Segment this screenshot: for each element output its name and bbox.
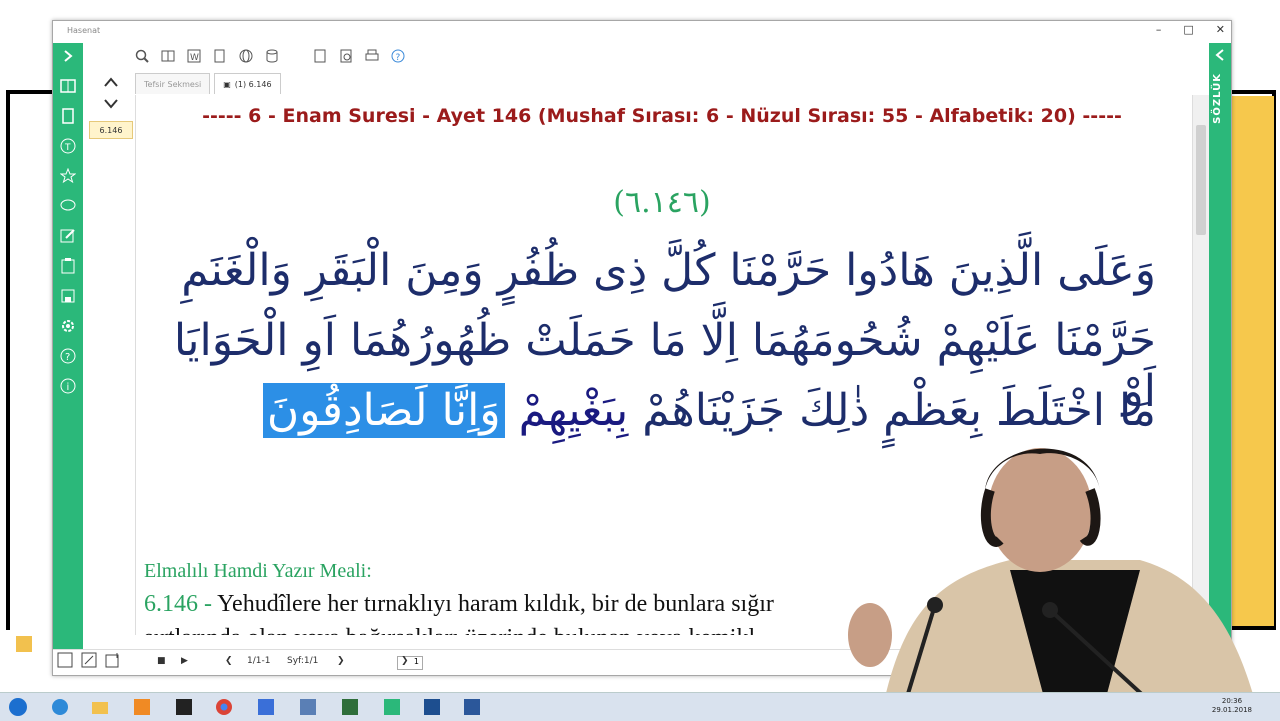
tab-label: Tefsir Sekmesi — [144, 79, 202, 89]
clipboard-icon[interactable] — [59, 257, 77, 275]
desktop-frame — [6, 90, 52, 94]
title-bar: Hasenat – □ ✕ — [53, 21, 1231, 43]
save-icon[interactable] — [59, 287, 77, 305]
scrollbar-thumb[interactable] — [1196, 125, 1206, 235]
kaaba-app-icon[interactable] — [172, 695, 196, 719]
book-open-icon[interactable] — [159, 47, 177, 65]
edit-icon[interactable] — [59, 227, 77, 245]
text-icon[interactable]: T — [59, 137, 77, 155]
word-app-icon[interactable] — [460, 695, 484, 719]
desktop-frame — [6, 90, 10, 630]
svg-text:T: T — [64, 143, 71, 153]
tab-label: (1) 6.146 — [234, 79, 272, 89]
meal-line-1: Yehudîlere her tırnaklıyı haram kıldık, … — [217, 591, 774, 617]
svg-text:?: ? — [65, 352, 70, 363]
explorer-icon[interactable] — [88, 695, 112, 719]
collapse-icon[interactable] — [1213, 47, 1227, 66]
image-app-icon[interactable] — [296, 695, 320, 719]
desktop-icon-label: Yeni Klasör — [7, 652, 41, 659]
chrome-icon[interactable] — [212, 695, 236, 719]
chevron-down-icon[interactable] — [89, 93, 133, 115]
maximize-button[interactable]: □ — [1183, 23, 1193, 36]
system-clock[interactable]: 20:36 29.01.2018 — [1212, 697, 1252, 715]
database-icon[interactable] — [263, 47, 281, 65]
svg-text:W: W — [190, 53, 199, 63]
preview-icon[interactable] — [337, 47, 355, 65]
tab-tefsir[interactable]: Tefsir Sekmesi — [135, 73, 211, 94]
expand-icon[interactable] — [59, 47, 77, 65]
desktop-frame — [1230, 90, 1276, 94]
page-indicator: Syf:1/1 — [287, 656, 319, 666]
word-icon[interactable]: W — [185, 47, 203, 65]
clock-time: 20:36 — [1221, 697, 1243, 705]
save-icon[interactable] — [57, 652, 73, 672]
book-icon: ▣ — [223, 79, 231, 89]
next-page-icon[interactable]: ❯ — [401, 656, 409, 666]
toolbar: W ? — [133, 45, 407, 67]
next-icon[interactable]: ❯ — [337, 656, 345, 666]
clock-date: 29.01.2018 — [1211, 706, 1252, 714]
document-icon[interactable] — [59, 107, 77, 125]
chevron-up-icon[interactable] — [89, 71, 133, 93]
sozluk-tab[interactable]: SÖZLÜK — [1212, 73, 1223, 124]
start-button[interactable] — [6, 695, 30, 719]
media-player-icon[interactable] — [130, 695, 154, 719]
edit-icon[interactable] — [81, 652, 97, 672]
previous-icon[interactable]: ❮ — [225, 656, 233, 666]
book-icon[interactable] — [59, 77, 77, 95]
ayet-reference-badge[interactable]: 6.146 — [89, 121, 133, 139]
window-title: Hasenat — [67, 26, 101, 35]
page-icon[interactable] — [311, 47, 329, 65]
window-controls: – □ ✕ — [1156, 23, 1225, 36]
range-indicator: 1/1-1 — [247, 656, 271, 666]
help-icon[interactable]: ? — [389, 47, 407, 65]
meal-verse-ref: 6.146 - — [144, 591, 212, 617]
add-icon[interactable] — [105, 652, 121, 672]
u-app-icon[interactable] — [254, 695, 278, 719]
arabic-text: بِبَغْيِهِمْ — [518, 385, 629, 436]
comment-icon[interactable] — [59, 197, 77, 215]
folder-icon[interactable] — [16, 636, 32, 652]
help-icon[interactable]: ? — [59, 347, 77, 365]
close-button[interactable]: ✕ — [1216, 23, 1225, 36]
hasenat-app-icon[interactable] — [380, 695, 404, 719]
star-icon[interactable] — [59, 167, 77, 185]
arabic-selection-highlight[interactable]: وَاِنَّا لَصَادِقُونَ — [262, 383, 505, 438]
globe-icon[interactable] — [237, 47, 255, 65]
svg-text:i: i — [67, 382, 70, 393]
speaker-video-overlay — [848, 448, 1260, 720]
tab-ayet[interactable]: ▣ (1) 6.146 — [214, 73, 281, 94]
info-icon[interactable]: i — [59, 377, 77, 395]
window-app-icon[interactable] — [420, 695, 444, 719]
arabic-line-1: وَعَلَى الَّذِينَ هَادُوا حَرَّمْنَا كُل… — [181, 245, 1156, 296]
stop-icon[interactable]: ■ — [157, 656, 166, 666]
status-tools — [57, 652, 121, 672]
desktop-icons: Yeni Klasör — [4, 636, 44, 659]
verse-number: (٦.١٤٦) — [613, 185, 711, 220]
quran-app-icon[interactable] — [338, 695, 362, 719]
windows-taskbar: 20:36 29.01.2018 — [0, 692, 1280, 721]
svg-text:?: ? — [396, 53, 401, 63]
print-icon[interactable] — [363, 47, 381, 65]
new-document-icon[interactable] — [211, 47, 229, 65]
gear-icon[interactable] — [59, 317, 77, 335]
left-tool-sidebar: T ? i — [53, 43, 83, 651]
tab-bar: Tefsir Sekmesi ▣ (1) 6.146 — [135, 73, 281, 94]
minimize-button[interactable]: – — [1156, 23, 1162, 36]
play-icon[interactable]: ▶ — [181, 656, 188, 666]
sura-header: ----- 6 - Enam Suresi - Ayet 146 (Mushaf… — [202, 105, 1122, 127]
meal-title: Elmalılı Hamdi Yazır Meali: — [144, 560, 372, 582]
ie-icon[interactable] — [48, 695, 72, 719]
search-icon[interactable] — [133, 47, 151, 65]
navigation-column — [89, 71, 133, 115]
